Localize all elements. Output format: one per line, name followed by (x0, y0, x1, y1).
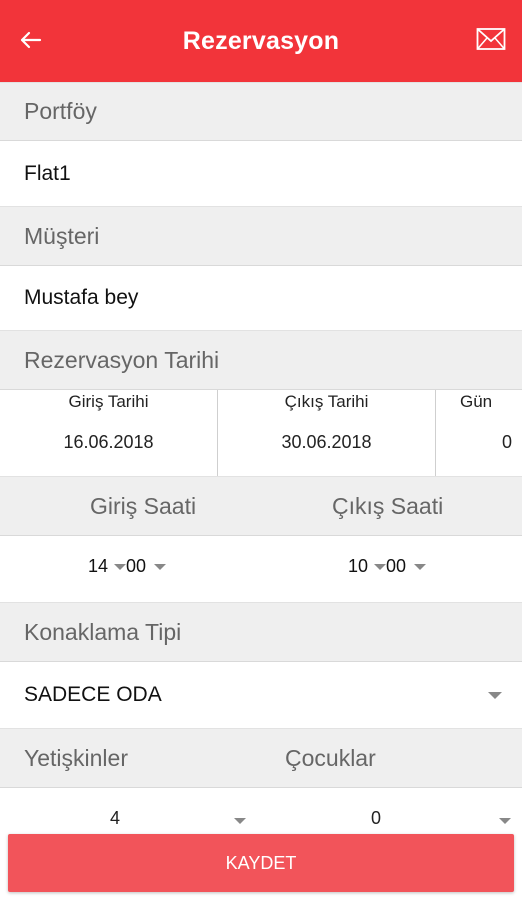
envelope-icon[interactable] (476, 26, 506, 52)
time-pickers: 14 00 10 00 (0, 536, 522, 602)
save-button[interactable]: KAYDET (8, 834, 514, 892)
day-count: Gün 0 (436, 390, 522, 476)
checkout-date-label: Çıkış Tarihi (284, 392, 369, 411)
page-title: Rezervasyon (182, 26, 340, 55)
children-value: 0 (371, 808, 382, 828)
chevron-down-icon[interactable] (374, 563, 387, 570)
accommodation-type-value: SADECE ODA (24, 683, 162, 706)
adults-value: 4 (110, 808, 121, 828)
checkout-hour-spinner[interactable]: 10 (348, 556, 368, 577)
checkout-date-picker[interactable]: Çıkış Tarihi 30.06.2018 (218, 390, 435, 476)
guests-header: Yetişkinler Çocuklar (0, 728, 522, 788)
chevron-down-icon (488, 692, 502, 699)
adults-label: Yetişkinler (24, 744, 128, 771)
date-range-picker: Giriş Tarihi 16.06.2018 Çıkış Tarihi 30.… (0, 390, 522, 476)
checkin-date-picker[interactable]: Giriş Tarihi 16.06.2018 (0, 390, 217, 476)
checkin-minute-spinner[interactable]: 00 (126, 556, 146, 577)
checkin-time-picker: 14 00 (88, 556, 172, 577)
portfolio-field[interactable]: Flat1 (0, 141, 522, 206)
chevron-down-icon (499, 818, 511, 824)
children-label: Çocuklar (285, 744, 376, 771)
portfolio-header: Portföy (0, 82, 522, 141)
chevron-down-icon[interactable] (114, 563, 127, 570)
checkout-date-value: 30.06.2018 (281, 432, 372, 452)
time-header: Giriş Saati Çıkış Saati (0, 476, 522, 536)
chevron-down-icon (234, 818, 246, 824)
customer-header: Müşteri (0, 206, 522, 266)
app-bar: Rezervasyon (0, 0, 522, 82)
checkin-time-label: Giriş Saati (90, 492, 197, 519)
checkin-hour-spinner[interactable]: 14 (88, 556, 108, 577)
day-count-value: 0 (501, 432, 512, 452)
checkin-date-label: Giriş Tarihi (68, 392, 149, 411)
checkout-time-picker: 10 00 (348, 556, 432, 577)
guests-row: 4 0 (0, 788, 522, 834)
children-select[interactable]: 0 (261, 788, 522, 834)
customer-field[interactable]: Mustafa bey (0, 266, 522, 330)
chevron-down-icon[interactable] (154, 563, 167, 570)
checkout-time-label: Çıkış Saati (332, 492, 444, 519)
day-count-label: Gün (460, 392, 493, 411)
reservation-date-header: Rezervasyon Tarihi (0, 330, 522, 390)
chevron-down-icon[interactable] (414, 563, 427, 570)
arrow-left-icon[interactable] (14, 24, 46, 56)
checkin-date-value: 16.06.2018 (63, 432, 154, 452)
checkout-minute-spinner[interactable]: 00 (386, 556, 406, 577)
adults-select[interactable]: 4 (0, 788, 261, 834)
accommodation-type-select[interactable]: SADECE ODA (0, 662, 522, 728)
accommodation-type-header: Konaklama Tipi (0, 602, 522, 662)
